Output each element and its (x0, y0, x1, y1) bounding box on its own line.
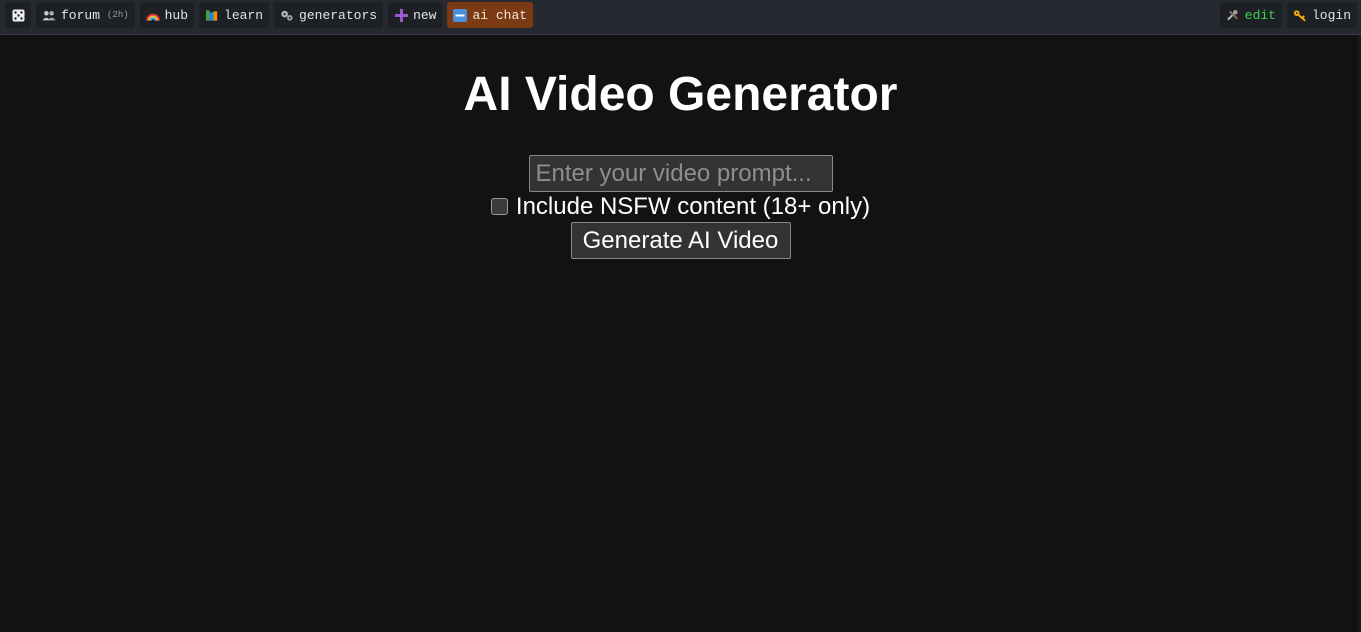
plus-icon (394, 8, 408, 22)
rainbow-icon (145, 8, 160, 22)
nav-login-label: login (1311, 7, 1351, 23)
key-icon (1293, 8, 1307, 22)
nav-forum-button[interactable]: forum (2h) (36, 2, 135, 28)
nav-ai-chat-button[interactable]: ai chat (447, 2, 534, 28)
nav-right-group: edit login (1219, 2, 1357, 28)
page-title: AI Video Generator (463, 68, 898, 121)
tools-icon (1226, 8, 1240, 22)
new-badge-icon (453, 8, 468, 22)
nav-learn-label: learn (224, 7, 264, 23)
people-icon (42, 8, 56, 22)
nav-learn-button[interactable]: learn (199, 2, 270, 28)
nav-edit-button[interactable]: edit (1219, 2, 1282, 28)
nav-edit-label: edit (1244, 7, 1276, 23)
random-button[interactable] (5, 2, 31, 28)
nav-left-group: forum (2h) hub learn generators new ai c… (5, 2, 534, 28)
nav-generators-button[interactable]: generators (274, 2, 384, 28)
dice-icon (11, 8, 25, 22)
nav-hub-button[interactable]: hub (139, 2, 195, 28)
nav-generators-label: generators (299, 7, 378, 23)
main-content: AI Video Generator Include NSFW content … (0, 36, 1361, 259)
nsfw-checkbox[interactable] (490, 197, 508, 215)
top-nav-bar: forum (2h) hub learn generators new ai c… (0, 0, 1361, 35)
nav-ai-chat-label: ai chat (472, 7, 528, 23)
gears-icon (280, 8, 294, 22)
forum-time-badge: (2h) (107, 10, 129, 20)
generate-video-button[interactable]: Generate AI Video (570, 222, 791, 259)
books-icon (205, 8, 219, 22)
nav-new-label: new (413, 7, 437, 23)
nav-new-button[interactable]: new (388, 2, 443, 28)
nsfw-option-row: Include NSFW content (18+ only) (0, 193, 1361, 221)
nsfw-label: Include NSFW content (18+ only) (515, 193, 871, 220)
nav-forum-label: forum (61, 7, 101, 23)
video-prompt-input[interactable] (528, 155, 833, 192)
nav-hub-label: hub (164, 7, 189, 23)
nav-login-button[interactable]: login (1286, 2, 1357, 28)
